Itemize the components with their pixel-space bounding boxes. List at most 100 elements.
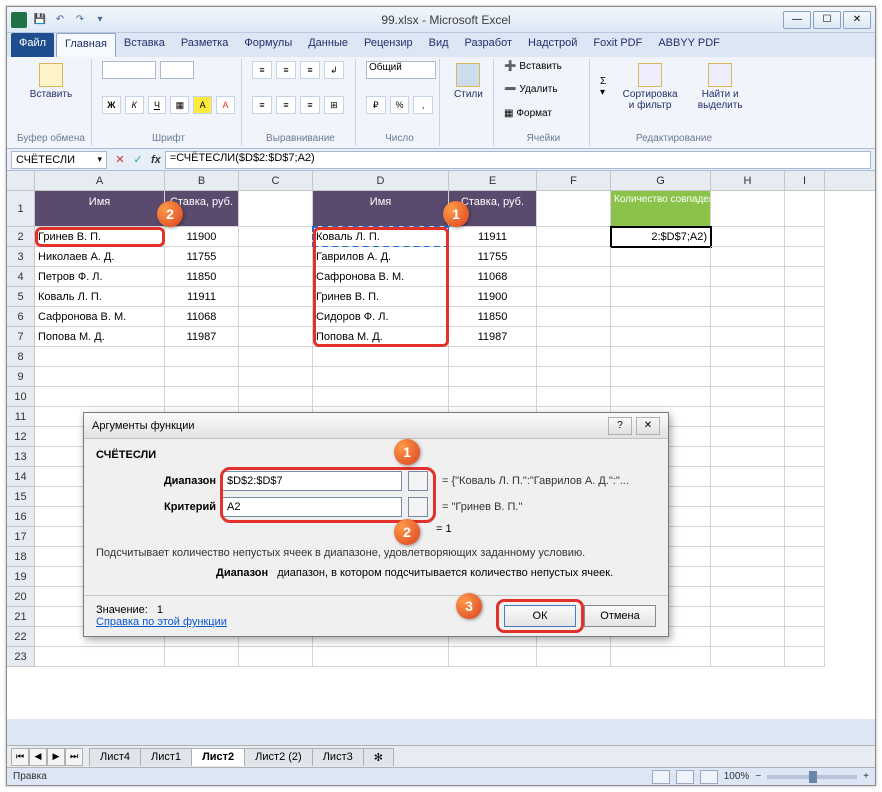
cell-h23[interactable] xyxy=(711,647,785,667)
cell-f5[interactable] xyxy=(537,287,611,307)
cell-g4[interactable] xyxy=(611,267,711,287)
cell-d7[interactable]: Попова М. Д. xyxy=(313,327,449,347)
cell-c23[interactable] xyxy=(239,647,313,667)
sheet-tab-Лист2 (2)[interactable]: Лист2 (2) xyxy=(244,748,313,766)
cell-i16[interactable] xyxy=(785,507,825,527)
cells-insert-button[interactable]: Вставить xyxy=(519,61,561,72)
cell-f3[interactable] xyxy=(537,247,611,267)
cell-i13[interactable] xyxy=(785,447,825,467)
cell-a6[interactable]: Сафронова В. М. xyxy=(35,307,165,327)
cell-h7[interactable] xyxy=(711,327,785,347)
cell-i11[interactable] xyxy=(785,407,825,427)
cell-c5[interactable] xyxy=(239,287,313,307)
col-header-b[interactable]: B xyxy=(165,171,239,190)
cell-i21[interactable] xyxy=(785,607,825,627)
help-link[interactable]: Справка по этой функции xyxy=(96,616,227,628)
cell-i5[interactable] xyxy=(785,287,825,307)
cell-c10[interactable] xyxy=(239,387,313,407)
close-button[interactable]: ✕ xyxy=(843,11,871,29)
view-normal-button[interactable] xyxy=(652,770,670,784)
cell-g9[interactable] xyxy=(611,367,711,387)
cell-i12[interactable] xyxy=(785,427,825,447)
cell-h18[interactable] xyxy=(711,547,785,567)
cell-e5[interactable]: 11900 xyxy=(449,287,537,307)
cell-g8[interactable] xyxy=(611,347,711,367)
cell-g23[interactable] xyxy=(611,647,711,667)
row-header-9[interactable]: 9 xyxy=(7,367,35,387)
cell-b6[interactable]: 11068 xyxy=(165,307,239,327)
cell-c7[interactable] xyxy=(239,327,313,347)
font-family-select[interactable] xyxy=(102,61,156,79)
cell-f4[interactable] xyxy=(537,267,611,287)
cell-i9[interactable] xyxy=(785,367,825,387)
cell-d3[interactable]: Гаврилов А. Д. xyxy=(313,247,449,267)
undo-icon[interactable]: ↶ xyxy=(51,11,69,29)
row-header-23[interactable]: 23 xyxy=(7,647,35,667)
cell-h11[interactable] xyxy=(711,407,785,427)
row-header-20[interactable]: 20 xyxy=(7,587,35,607)
cell-e2[interactable]: 11911 xyxy=(449,227,537,247)
font-size-select[interactable] xyxy=(160,61,194,79)
cell-a23[interactable] xyxy=(35,647,165,667)
font-color-button[interactable]: A xyxy=(216,96,235,114)
align-top-button[interactable]: ≡ xyxy=(252,61,272,79)
cell-g5[interactable] xyxy=(611,287,711,307)
comma-button[interactable]: , xyxy=(413,96,433,114)
cell-a9[interactable] xyxy=(35,367,165,387)
select-all-corner[interactable] xyxy=(7,171,35,190)
bold-button[interactable]: Ж xyxy=(102,96,121,114)
align-left-button[interactable]: ≡ xyxy=(252,96,272,114)
cell-a5[interactable]: Коваль Л. П. xyxy=(35,287,165,307)
cell-h4[interactable] xyxy=(711,267,785,287)
view-layout-button[interactable] xyxy=(676,770,694,784)
sheet-nav-last[interactable]: ⏭ xyxy=(65,748,83,766)
save-icon[interactable]: 💾 xyxy=(31,11,49,29)
tab-developer[interactable]: Разработ xyxy=(457,33,520,57)
tab-abbyy[interactable]: ABBYY PDF xyxy=(650,33,728,57)
paste-button[interactable]: Вставить xyxy=(17,61,85,102)
cell-a4[interactable]: Петров Ф. Л. xyxy=(35,267,165,287)
tab-data[interactable]: Данные xyxy=(300,33,356,57)
cell-e3[interactable]: 11755 xyxy=(449,247,537,267)
row-header-21[interactable]: 21 xyxy=(7,607,35,627)
currency-button[interactable]: ₽ xyxy=(366,96,386,114)
col-header-i[interactable]: I xyxy=(785,171,825,190)
cell-i23[interactable] xyxy=(785,647,825,667)
row-header-18[interactable]: 18 xyxy=(7,547,35,567)
tab-foxit[interactable]: Foxit PDF xyxy=(585,33,650,57)
cell-b10[interactable] xyxy=(165,387,239,407)
cell-b9[interactable] xyxy=(165,367,239,387)
cell-a8[interactable] xyxy=(35,347,165,367)
cell-h3[interactable] xyxy=(711,247,785,267)
fx-icon[interactable]: fx xyxy=(151,154,161,166)
tab-file[interactable]: Файл xyxy=(11,33,54,57)
cell-f10[interactable] xyxy=(537,387,611,407)
cell-h17[interactable] xyxy=(711,527,785,547)
cell-b7[interactable]: 11987 xyxy=(165,327,239,347)
cell-b23[interactable] xyxy=(165,647,239,667)
cell-i3[interactable] xyxy=(785,247,825,267)
cell-d2[interactable]: Коваль Л. П. xyxy=(313,227,449,247)
cell-i14[interactable] xyxy=(785,467,825,487)
enter-formula-button[interactable]: ✓ xyxy=(129,151,147,169)
align-bottom-button[interactable]: ≡ xyxy=(300,61,320,79)
sheet-nav-prev[interactable]: ◀ xyxy=(29,748,47,766)
percent-button[interactable]: % xyxy=(390,96,410,114)
cell-g6[interactable] xyxy=(611,307,711,327)
col-header-f[interactable]: F xyxy=(537,171,611,190)
cell-d1[interactable]: Имя xyxy=(313,191,449,227)
cell-g10[interactable] xyxy=(611,387,711,407)
border-button[interactable]: ▦ xyxy=(170,96,189,114)
cell-h8[interactable] xyxy=(711,347,785,367)
cell-h19[interactable] xyxy=(711,567,785,587)
merge-button[interactable]: ⊞ xyxy=(324,96,344,114)
cell-h22[interactable] xyxy=(711,627,785,647)
cell-d9[interactable] xyxy=(313,367,449,387)
wrap-text-button[interactable]: ↲ xyxy=(324,61,344,79)
row-header-1[interactable]: 1 xyxy=(7,191,35,227)
cell-d6[interactable]: Сидоров Ф. Л. xyxy=(313,307,449,327)
cell-b4[interactable]: 11850 xyxy=(165,267,239,287)
sheet-tab-Лист3[interactable]: Лист3 xyxy=(312,748,364,766)
ok-button[interactable]: ОК xyxy=(504,605,576,627)
cell-h6[interactable] xyxy=(711,307,785,327)
